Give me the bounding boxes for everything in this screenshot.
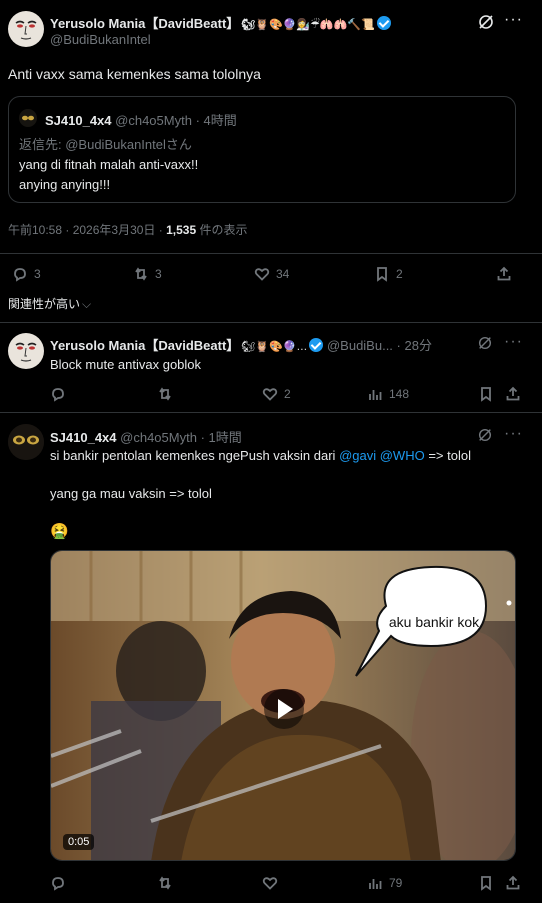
analytics-icon	[369, 879, 382, 889]
verified-badge-icon	[376, 16, 391, 30]
reply1-avatar[interactable]	[8, 333, 44, 369]
bookmark-icon	[481, 387, 491, 402]
share-button[interactable]	[505, 875, 521, 891]
share-icon	[506, 386, 520, 401]
view-count: 1,535	[166, 223, 197, 237]
reply-button[interactable]: 3	[12, 266, 41, 282]
tweet-text: Anti vaxx sama kemenkes sama tololnya	[8, 66, 261, 82]
speech-bubble-text: aku bankir kok	[389, 614, 480, 630]
like-button[interactable]: 34	[254, 266, 289, 282]
reply-count: 3	[34, 267, 41, 281]
bookmark-count: 2	[396, 267, 403, 281]
retweet-button[interactable]: 3	[133, 266, 162, 282]
more-options-icon[interactable]: ···	[504, 425, 523, 443]
divider	[0, 322, 542, 323]
reply2-line-2: yang ga mau vaksin => tolol	[50, 486, 212, 501]
retweet-button[interactable]	[157, 875, 173, 891]
mention-gavi-link[interactable]: @gavi	[339, 448, 376, 463]
reply1-author-name[interactable]: Yerusolo Mania【DavidBeatt】	[50, 338, 239, 353]
like-button[interactable]	[262, 875, 278, 891]
reply2-emoji: 🤮	[50, 523, 69, 540]
bookmark-button[interactable]	[478, 386, 494, 402]
chevron-down-icon: ⌵	[82, 297, 92, 311]
quote-line-1: yang di fitnah malah anti-vaxx!!	[19, 157, 199, 172]
quote-avatar	[19, 109, 37, 127]
quote-tweet-card[interactable]: SJ410_4x4 @ch4o5Myth · 4時間 返信先: @BudiBuk…	[8, 96, 516, 203]
reply2-time[interactable]: · 1時間	[201, 430, 242, 445]
reply2-line1-pre: si bankir pentolan kemenkes ngePush vaks…	[50, 448, 340, 463]
reply1-like-count: 2	[284, 387, 291, 401]
share-icon	[506, 875, 520, 890]
reply1-text: Block mute antivax goblok	[50, 357, 202, 372]
retweet-button[interactable]	[157, 386, 173, 402]
reply1-view-count: 148	[389, 387, 410, 401]
reply2-line1-post: => tolol	[424, 448, 471, 463]
reply-icon	[52, 388, 64, 402]
heart-icon	[262, 388, 278, 401]
retweet-icon	[159, 387, 171, 401]
quote-author-handle: @ch4o5Myth	[115, 113, 192, 128]
video-duration: 0:05	[63, 834, 95, 850]
reply2-author-name[interactable]: SJ410_4x4	[50, 430, 117, 445]
reply2-avatar[interactable]	[8, 424, 44, 460]
heart-icon	[262, 877, 278, 890]
quote-time: · 4時間	[195, 113, 237, 128]
bookmark-button[interactable]	[478, 875, 494, 891]
more-options-icon[interactable]: ···	[504, 333, 523, 351]
reply-icon	[52, 877, 64, 891]
reply1-handle[interactable]: @BudiBu...	[327, 338, 393, 353]
divider	[0, 253, 542, 254]
bookmark-button[interactable]: 2	[374, 266, 403, 282]
sort-label: 関連性が高い	[8, 297, 81, 311]
grok-icon[interactable]	[477, 335, 493, 356]
reply2-view-count: 79	[389, 876, 403, 890]
reply1-emojis: 🐿🦉🎨🔮…	[241, 341, 308, 353]
views-button[interactable]: 79	[367, 875, 402, 891]
quote-line-2: anying anying!!!	[19, 177, 111, 192]
reply2-line-1: si bankir pentolan kemenkes ngePush vaks…	[50, 448, 471, 463]
mention-who-link[interactable]: @WHO	[380, 448, 425, 463]
retweet-icon	[135, 267, 147, 281]
author-emojis: 🐿🦉🎨🔮👩‍🔬☔🫁🫁🔨📜	[241, 19, 375, 31]
retweet-count: 3	[155, 267, 162, 281]
share-button[interactable]	[505, 386, 521, 402]
view-label: 件の表示	[199, 223, 248, 237]
reply-icon	[14, 268, 26, 282]
video-player[interactable]: aku bankir kok 0:05	[50, 550, 516, 861]
tweet-meta: 午前10:58 · 2026年3月30日 · 1,535 件の表示	[8, 221, 247, 238]
reply-button[interactable]	[50, 386, 66, 402]
tweet-timestamp[interactable]: 午前10:58 · 2026年3月30日 ·	[8, 223, 163, 237]
quote-author: SJ410_4x4 @ch4o5Myth · 4時間	[45, 110, 237, 129]
reply1-header: Yerusolo Mania【DavidBeatt】 🐿🦉🎨🔮… @BudiBu.…	[50, 335, 432, 354]
retweet-icon	[159, 876, 171, 890]
sort-replies-dropdown[interactable]: 関連性が高い ⌵	[8, 295, 91, 312]
reply1-time[interactable]: · 28分	[397, 338, 432, 353]
bookmark-icon	[481, 876, 491, 891]
verified-badge-icon	[309, 338, 324, 352]
quote-reply-to: 返信先: @BudiBukanIntelさん	[19, 137, 192, 152]
grok-icon[interactable]	[477, 13, 495, 36]
video-thumbnail: aku bankir kok	[51, 551, 515, 860]
reply2-header: SJ410_4x4 @ch4o5Myth · 1時間	[50, 427, 242, 446]
reply2-handle[interactable]: @ch4o5Myth	[120, 430, 197, 445]
author-handle[interactable]: @BudiBukanIntel	[50, 32, 151, 47]
bookmark-icon	[377, 267, 387, 282]
share-icon	[497, 266, 511, 281]
avatar[interactable]	[8, 11, 44, 47]
views-button[interactable]: 148	[367, 386, 409, 402]
like-count: 34	[276, 267, 290, 281]
reply-button[interactable]	[50, 875, 66, 891]
more-options-icon[interactable]: ···	[504, 11, 523, 29]
heart-icon	[254, 268, 270, 281]
grok-icon[interactable]	[477, 427, 493, 448]
share-button[interactable]	[496, 266, 512, 282]
divider	[0, 412, 542, 413]
quote-author-name: SJ410_4x4	[45, 113, 112, 128]
author-name[interactable]: Yerusolo Mania【DavidBeatt】 🐿🦉🎨🔮👩‍🔬☔🫁🫁🔨📜	[50, 13, 391, 32]
author-name-text[interactable]: Yerusolo Mania【DavidBeatt】	[50, 16, 239, 31]
analytics-icon	[369, 390, 382, 400]
like-button[interactable]: 2	[262, 386, 291, 402]
